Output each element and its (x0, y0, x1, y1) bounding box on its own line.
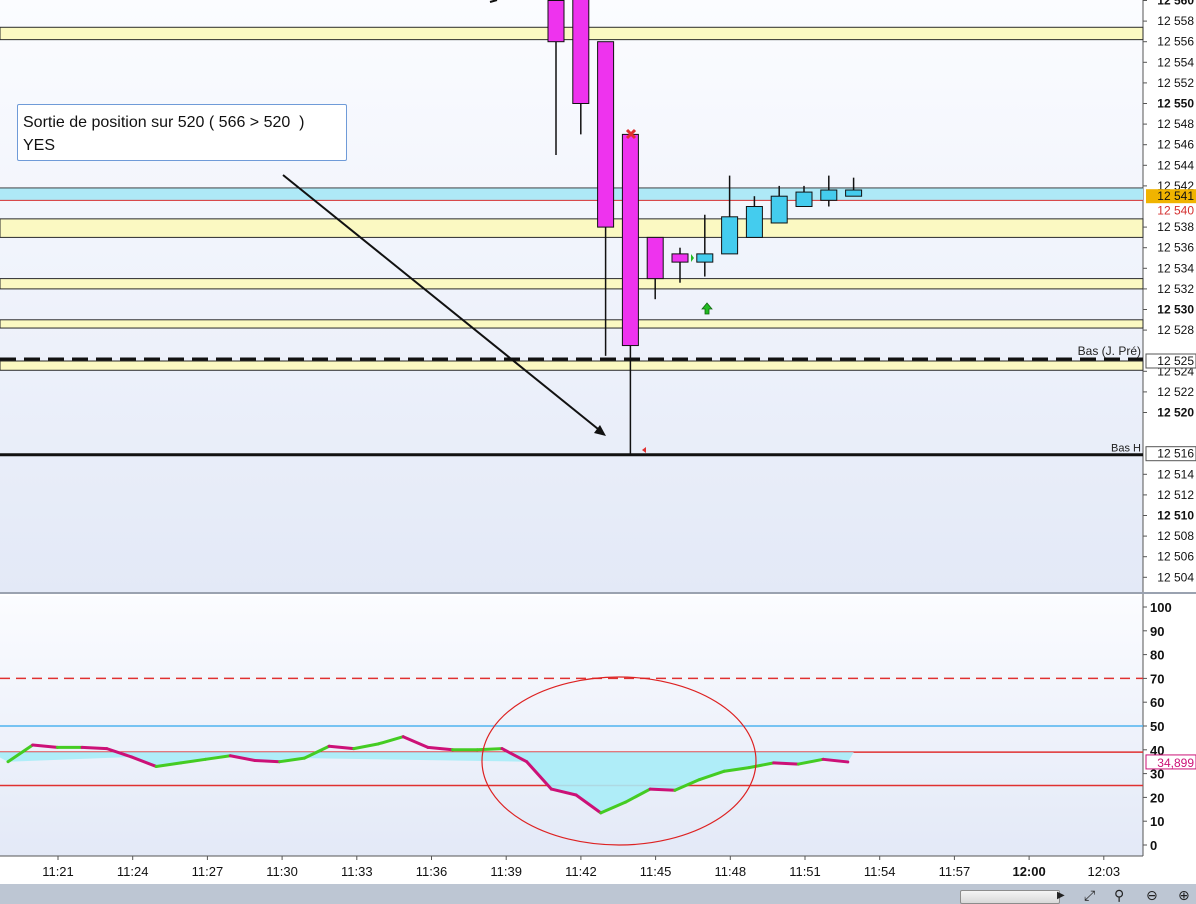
indicator-tick-label: 50 (1150, 719, 1164, 734)
annotation-line-1: Sortie de position sur 520 ( 566 > 520 ) (23, 114, 305, 131)
support-zone (0, 218, 1144, 238)
support-zone (0, 26, 1144, 41)
time-tick-label: 11:33 (341, 864, 373, 879)
time-tick-label: 11:54 (864, 864, 896, 879)
current-price-band (0, 187, 1143, 201)
indicator-tick-label: 90 (1150, 624, 1164, 639)
candle-body (597, 41, 615, 228)
candle-body (547, 0, 565, 43)
annotation-box[interactable]: Sortie de position sur 520 ( 566 > 520 )… (17, 104, 347, 161)
indicator-tick-label: 0 (1150, 838, 1157, 853)
indicator-segment (772, 761, 800, 766)
price-tick-label: 12 546 (1157, 138, 1194, 152)
candle-body (845, 189, 863, 197)
support-zone (0, 319, 1144, 329)
indicator-tick-label: 20 (1150, 790, 1164, 805)
support-zone (0, 278, 1144, 290)
time-tick-label: 12:03 (1088, 864, 1121, 879)
price-tick-label: 12 536 (1157, 241, 1194, 255)
indicator-segment (648, 787, 677, 792)
indicator-segment (475, 747, 504, 752)
candle-body (721, 216, 739, 255)
indicator-tick-label: 70 (1150, 671, 1164, 686)
time-tick-label: 11:51 (789, 864, 821, 879)
price-tick-label: 12 544 (1157, 158, 1194, 172)
time-tick-label: 11:30 (266, 864, 298, 879)
price-tick-label: 12 538 (1157, 220, 1194, 234)
time-tick-label: 11:36 (416, 864, 448, 879)
price-tick-label: 12 504 (1157, 570, 1194, 584)
zoom-options-icon[interactable]: ⚲ (1114, 888, 1124, 904)
scroll-right-icon[interactable]: ▶ (1057, 890, 1065, 901)
zoom-in-icon[interactable]: ⊕ (1178, 888, 1190, 904)
level-price-label: 12 525 (1157, 354, 1194, 368)
red-level-price-label: 12 540 (1157, 204, 1194, 218)
price-tick-label: 12 510 (1157, 509, 1194, 523)
candle-body (646, 236, 664, 280)
time-tick-label: 11:39 (490, 864, 522, 879)
candle-body (745, 206, 763, 238)
price-tick-label: 12 530 (1157, 303, 1194, 317)
candle-body (671, 253, 689, 263)
indicator-tick-label: 100 (1150, 600, 1172, 615)
price-tick-label: 12 508 (1157, 529, 1194, 543)
indicator-segment (80, 745, 109, 751)
price-tick-label: 12 506 (1157, 550, 1194, 564)
price-tick-label: 12 528 (1157, 323, 1194, 337)
price-panel-background (0, 0, 1143, 592)
level-price-label: 12 516 (1157, 447, 1194, 461)
indicator-segment (253, 759, 282, 764)
price-tick-label: 12 534 (1157, 261, 1194, 275)
time-tick-label: 11:21 (42, 864, 74, 879)
current-price-label: 12 541 (1157, 189, 1194, 203)
time-tick-label: 11:42 (565, 864, 597, 879)
time-tick-label: 12:00 (1012, 864, 1045, 879)
support-zone (0, 360, 1144, 371)
time-tick-label: 11:45 (640, 864, 672, 879)
candle-body (696, 253, 714, 263)
candle-body (795, 191, 813, 208)
price-tick-label: 12 532 (1157, 282, 1194, 296)
price-tick-label: 12 558 (1157, 14, 1194, 28)
zoom-out-icon[interactable]: ⊖ (1146, 888, 1158, 904)
indicator-last-value-label: 34,899 (1157, 756, 1194, 770)
price-tick-label: 12 514 (1157, 467, 1194, 481)
price-tick-label: 12 550 (1157, 97, 1194, 111)
time-tick-label: 11:24 (117, 864, 149, 879)
indicator-tick-label: 80 (1150, 648, 1164, 663)
candle-body (820, 189, 838, 201)
zoom-fit-icon[interactable]: ⤢ (1084, 888, 1095, 904)
price-tick-label: 12 522 (1157, 385, 1194, 399)
time-tick-label: 11:48 (715, 864, 747, 879)
time-tick-label: 11:57 (939, 864, 971, 879)
session-low-label: Bas H (1111, 443, 1141, 455)
indicator-tick-label: 10 (1150, 814, 1164, 829)
annotation-line-2: YES (23, 137, 56, 154)
price-tick-label: 12 556 (1157, 35, 1194, 49)
candle-body (572, 0, 590, 104)
price-tick-label: 12 552 (1157, 76, 1194, 90)
price-tick-label: 12 512 (1157, 488, 1194, 502)
scrollbar-thumb[interactable] (960, 890, 1060, 904)
indicator-tick-label: 60 (1150, 695, 1164, 710)
previous-day-low-label: Bas (J. Pré) (1078, 344, 1141, 358)
price-tick-label: 12 554 (1157, 55, 1194, 69)
price-tick-label: 12 520 (1157, 406, 1194, 420)
time-tick-label: 11:27 (192, 864, 224, 879)
candle-body (621, 133, 639, 347)
candle-body (770, 195, 788, 224)
price-tick-label: 12 548 (1157, 117, 1194, 131)
price-tick-label: 12 560 (1157, 0, 1194, 8)
